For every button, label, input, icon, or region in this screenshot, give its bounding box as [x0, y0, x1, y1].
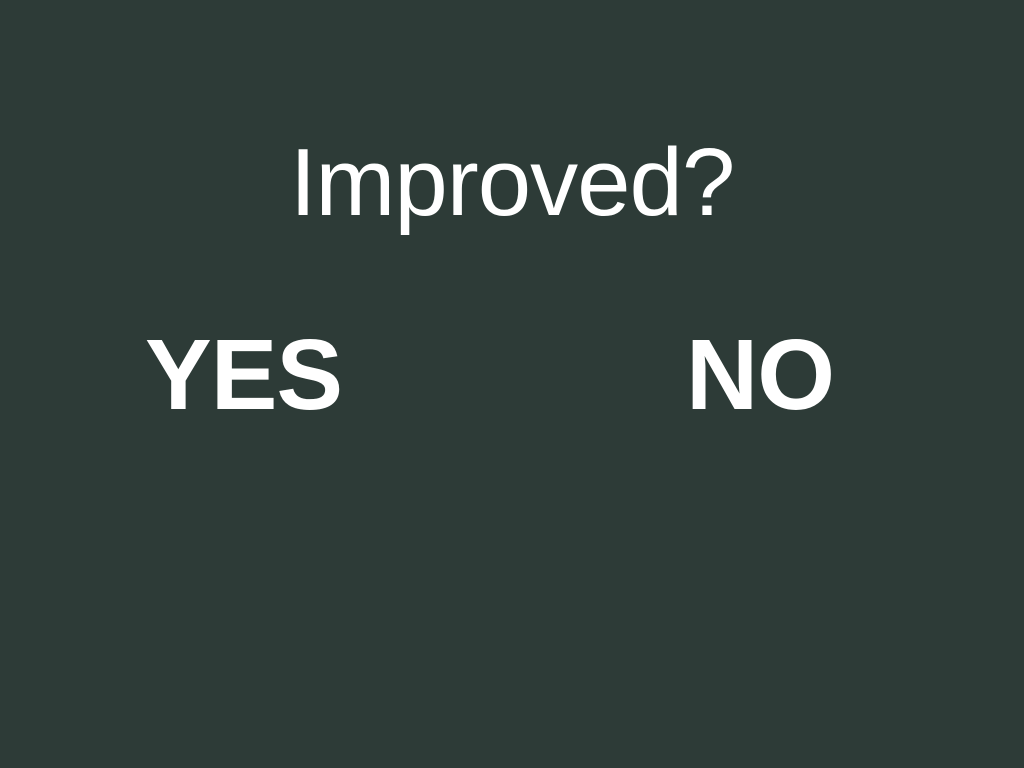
question-title: Improved?	[289, 129, 736, 236]
yes-button[interactable]: YES	[145, 320, 370, 430]
no-button[interactable]: NO	[686, 320, 856, 430]
feedback-screen: Improved? YES NO	[0, 0, 1024, 768]
